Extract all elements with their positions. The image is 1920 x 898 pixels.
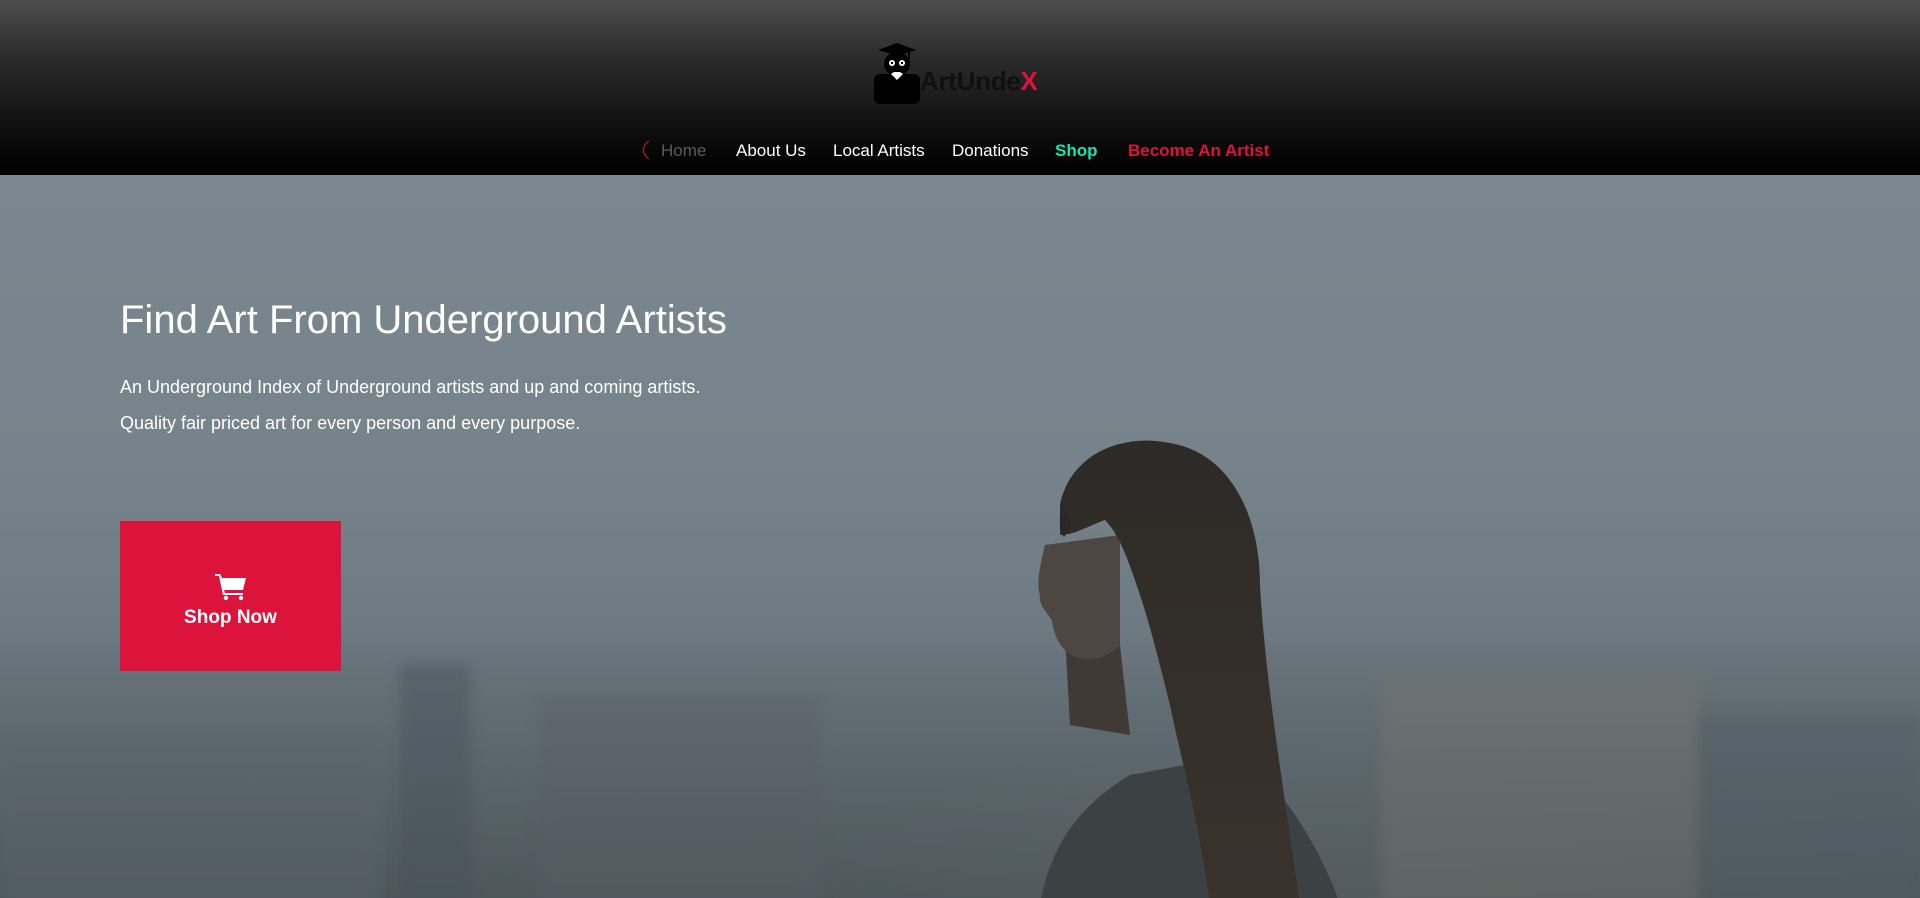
logo-wordmark: ArtUndeX (920, 66, 1038, 97)
hero-description-line-1: An Underground Index of Underground arti… (120, 377, 701, 397)
nav-home[interactable]: Home (661, 140, 706, 162)
shopping-cart-icon (215, 574, 246, 601)
hero-section: Find Art From Underground Artists An Und… (0, 175, 1920, 898)
logo-wordmark-main: ArtUnde (920, 66, 1021, 96)
site-header: ArtUndeX Home About Us Local Artists Don… (0, 0, 1920, 175)
hero-title: Find Art From Underground Artists (120, 298, 727, 342)
woman-silhouette (1038, 440, 1338, 898)
nav-about-us[interactable]: About Us (736, 140, 806, 162)
owl-graduate-mascot-icon (874, 43, 920, 104)
hero-description-line-2: Quality fair priced art for every person… (120, 413, 581, 433)
main-nav: Home About Us Local Artists Donations Sh… (0, 140, 1920, 162)
shop-now-label: Shop Now (184, 607, 277, 628)
nav-shop[interactable]: Shop (1055, 140, 1098, 162)
site-logo[interactable]: ArtUndeX (872, 40, 1048, 106)
logo-wordmark-accent: X (1020, 66, 1038, 96)
nav-local-artists[interactable]: Local Artists (833, 140, 925, 162)
shop-now-button[interactable]: Shop Now (120, 521, 341, 671)
nav-become-an-artist[interactable]: Become An Artist (1128, 140, 1269, 162)
nav-donations[interactable]: Donations (952, 140, 1029, 162)
